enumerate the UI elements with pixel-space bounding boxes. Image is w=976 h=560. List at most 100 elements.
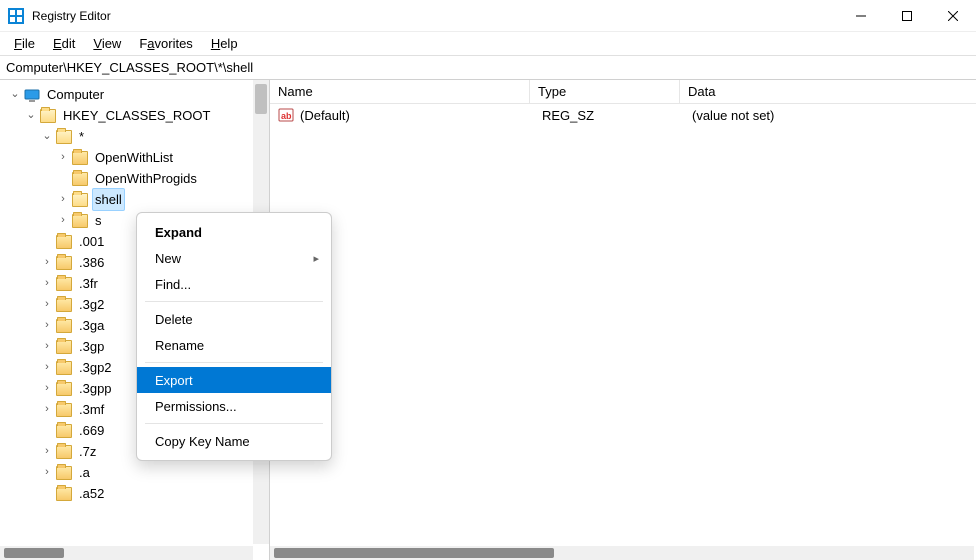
menu-view[interactable]: View [85,34,129,53]
menu-help[interactable]: Help [203,34,246,53]
folder-icon [72,172,88,186]
tree-label: .001 [76,231,107,252]
scrollbar-thumb[interactable] [4,548,64,558]
ctx-export[interactable]: Export [137,367,331,393]
chevron-right-icon[interactable]: › [40,336,54,357]
folder-open-icon [40,109,56,123]
value-row[interactable]: ab (Default) REG_SZ (value not set) [270,104,976,126]
tree-label: .3mf [76,399,107,420]
folder-icon [56,424,72,438]
window-controls [838,0,976,31]
menu-file[interactable]: File [6,34,43,53]
svg-text:ab: ab [281,111,292,121]
tree-label: .a [76,462,93,483]
tree-label: .3ga [76,315,107,336]
ctx-permissions[interactable]: Permissions... [137,393,331,419]
tree-node-star[interactable]: ⌄ * [4,126,269,147]
minimize-button[interactable] [838,0,884,31]
tree-label: .3gpp [76,378,115,399]
menu-edit[interactable]: Edit [45,34,83,53]
chevron-right-icon[interactable]: › [40,441,54,462]
ctx-rename[interactable]: Rename [137,332,331,358]
ctx-separator [145,362,323,363]
tree-label: HKEY_CLASSES_ROOT [60,105,213,126]
tree-label: .a52 [76,483,107,504]
chevron-right-icon[interactable]: › [40,462,54,483]
tree-label: OpenWithProgids [92,168,200,189]
folder-icon [56,256,72,270]
folder-icon [56,340,72,354]
computer-icon [24,88,40,102]
window-title: Registry Editor [32,9,111,23]
chevron-down-icon[interactable]: ⌄ [24,105,38,126]
tree-label: .7z [76,441,99,462]
chevron-right-icon[interactable]: › [56,210,70,231]
folder-icon [56,298,72,312]
chevron-right-icon[interactable]: › [40,252,54,273]
chevron-down-icon[interactable]: ⌄ [40,126,54,147]
tree-node-hkcr[interactable]: ⌄ HKEY_CLASSES_ROOT [4,105,269,126]
maximize-button[interactable] [884,0,930,31]
title-bar: Registry Editor [0,0,976,32]
ctx-new[interactable]: New▸ [137,245,331,271]
tree-node-openwithprogids[interactable]: OpenWithProgids [4,168,269,189]
chevron-down-icon[interactable]: ⌄ [8,84,22,105]
tree-label: s [92,210,105,231]
tree-label: OpenWithList [92,147,176,168]
address-path: Computer\HKEY_CLASSES_ROOT\*\shell [6,60,253,75]
tree-label: * [76,126,87,147]
ctx-copy-key-name[interactable]: Copy Key Name [137,428,331,454]
tree-label: .3gp [76,336,107,357]
folder-icon [56,277,72,291]
value-name: (Default) [300,108,534,123]
values-header: Name Type Data [270,80,976,104]
chevron-right-icon[interactable]: › [40,294,54,315]
tree-label: Computer [44,84,107,105]
ctx-separator [145,301,323,302]
column-header-name[interactable]: Name [270,80,530,103]
chevron-right-icon[interactable]: › [40,399,54,420]
close-button[interactable] [930,0,976,31]
chevron-right-icon[interactable]: › [40,273,54,294]
tree-node-openwithlist[interactable]: › OpenWithList [4,147,269,168]
menu-favorites[interactable]: Favorites [131,34,200,53]
menu-bar: File Edit View Favorites Help [0,32,976,56]
folder-icon [56,487,72,501]
tree-node-shell[interactable]: › shell [4,189,269,210]
folder-icon [56,361,72,375]
folder-icon [56,445,72,459]
folder-icon [72,214,88,228]
folder-open-icon [72,193,88,207]
tree-node[interactable]: .a52 [4,483,269,504]
values-horizontal-scrollbar[interactable] [270,546,974,560]
string-value-icon: ab [278,107,294,123]
folder-open-icon [56,130,72,144]
chevron-right-icon[interactable]: › [40,378,54,399]
chevron-right-icon[interactable]: › [40,357,54,378]
folder-icon [56,466,72,480]
context-menu: Expand New▸ Find... Delete Rename Export… [136,212,332,461]
folder-icon [72,151,88,165]
ctx-expand[interactable]: Expand [137,219,331,245]
chevron-right-icon[interactable]: › [40,315,54,336]
tree-node-computer[interactable]: ⌄ Computer [4,84,269,105]
address-bar[interactable]: Computer\HKEY_CLASSES_ROOT\*\shell [0,56,976,80]
tree-node[interactable]: › .a [4,462,269,483]
submenu-arrow-icon: ▸ [313,252,319,265]
tree-label: .386 [76,252,107,273]
ctx-delete[interactable]: Delete [137,306,331,332]
column-header-data[interactable]: Data [680,80,976,103]
folder-icon [56,235,72,249]
tree-label-selected: shell [92,188,125,211]
tree-horizontal-scrollbar[interactable] [0,546,253,560]
scrollbar-thumb[interactable] [255,84,267,114]
scrollbar-thumb[interactable] [274,548,554,558]
ctx-separator [145,423,323,424]
tree-label: .3gp2 [76,357,115,378]
column-header-type[interactable]: Type [530,80,680,103]
ctx-find[interactable]: Find... [137,271,331,297]
chevron-right-icon[interactable]: › [56,189,70,210]
value-data: (value not set) [684,108,976,123]
chevron-right-icon[interactable]: › [56,147,70,168]
tree-label: .3g2 [76,294,107,315]
